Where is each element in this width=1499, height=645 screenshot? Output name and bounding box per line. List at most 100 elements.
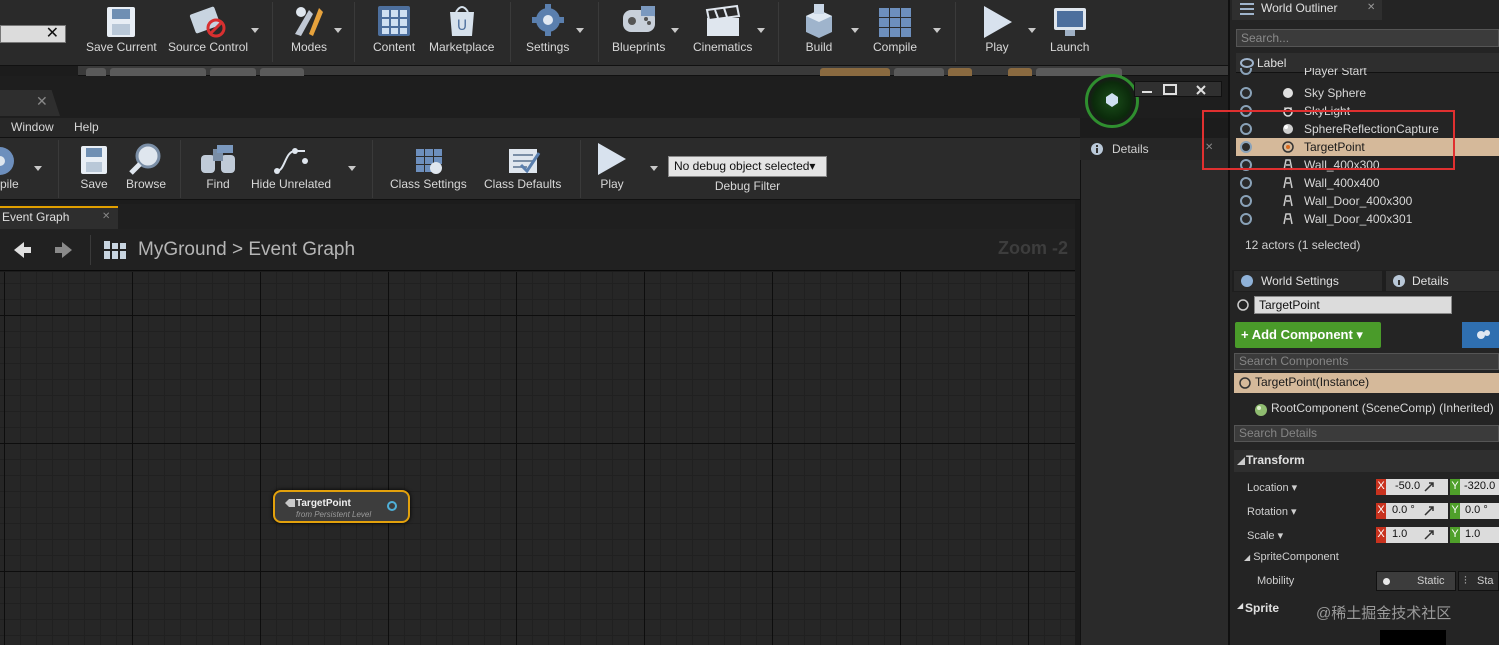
hide-unrelated-icon	[274, 148, 309, 174]
breadcrumb-root[interactable]: MyGround	[138, 239, 227, 260]
source-control-button[interactable]: Source Control	[168, 4, 248, 54]
play-button[interactable]: Play	[980, 4, 1014, 54]
outliner-search-input[interactable]: Search...	[1236, 29, 1499, 47]
modes-button[interactable]: Modes	[291, 4, 327, 54]
eye-icon[interactable]	[1240, 68, 1252, 75]
compile-blueprint-dropdown-icon[interactable]	[34, 166, 42, 171]
class-defaults-button[interactable]: Class Defaults	[484, 145, 561, 191]
details-tab[interactable]: Details	[1386, 271, 1499, 291]
sprite-thumbnail[interactable]	[1380, 630, 1446, 645]
blueprint-play-dropdown-icon[interactable]	[650, 166, 658, 171]
play-dropdown-icon[interactable]	[1028, 28, 1036, 33]
lock-ratio-icon[interactable]	[1424, 530, 1434, 540]
scale-y-field[interactable]: Y 1.0	[1450, 527, 1499, 543]
source-control-dropdown-icon[interactable]	[251, 28, 259, 33]
list-item[interactable]: Wall_400x400	[1236, 174, 1499, 192]
list-item[interactable]: Sky Sphere	[1236, 84, 1499, 102]
panel-splitter[interactable]	[1075, 200, 1080, 645]
scale-property: Scale ▾ X 1.0 Y 1.0	[1234, 524, 1499, 546]
eye-icon[interactable]	[1240, 177, 1252, 189]
location-x-field[interactable]: X -50.0	[1376, 479, 1448, 495]
marketplace-button[interactable]: U Marketplace	[429, 4, 494, 54]
compile-blueprint-button[interactable]: pile	[0, 145, 19, 191]
mobility-static-toggle[interactable]: Static	[1376, 571, 1456, 591]
list-item[interactable]: Player Start	[1236, 68, 1499, 80]
mobility-stationary-toggle[interactable]: ⫶ Sta	[1458, 571, 1499, 591]
launch-button[interactable]: Launch	[1050, 4, 1089, 54]
menu-window[interactable]: Window	[11, 120, 54, 134]
hide-unrelated-dropdown-icon[interactable]	[348, 166, 356, 171]
lock-ratio-icon[interactable]	[1424, 506, 1434, 516]
node-output-pin[interactable]	[387, 501, 397, 511]
modes-dropdown-icon[interactable]	[334, 28, 342, 33]
blueprint-tab-close-icon[interactable]: ✕	[36, 94, 50, 108]
find-button[interactable]: Find	[199, 145, 237, 191]
hide-unrelated-button[interactable]: Hide Unrelated	[251, 145, 331, 191]
blueprint-add-script-button[interactable]	[1462, 322, 1499, 348]
world-outliner-close-icon[interactable]: ✕	[1367, 0, 1375, 16]
rotation-x-field[interactable]: X 0.0 °	[1376, 503, 1448, 519]
watermark: @稀土掘金技术社区	[1316, 605, 1452, 622]
list-item[interactable]: Wall_Door_400x301	[1236, 210, 1499, 228]
blueprint-play-button[interactable]: Play	[596, 143, 628, 191]
eye-icon[interactable]	[1240, 87, 1252, 99]
browse-button[interactable]: Browse	[126, 143, 166, 191]
build-button[interactable]: Build	[802, 4, 836, 54]
sprite-component-subheader[interactable]: ◢ SpriteComponent	[1244, 551, 1339, 563]
event-graph-canvas[interactable]	[0, 272, 1075, 645]
maximize-icon[interactable]	[1163, 84, 1177, 95]
cinematics-button[interactable]: Cinematics	[693, 4, 752, 54]
eye-icon[interactable]	[1240, 195, 1252, 207]
scale-x-field[interactable]: X 1.0	[1376, 527, 1448, 543]
search-components-input[interactable]: Search Components	[1234, 353, 1499, 370]
minimize-icon[interactable]	[1141, 85, 1153, 95]
location-y-field[interactable]: Y -320.0	[1450, 479, 1499, 495]
blueprints-label: Blueprints	[612, 40, 666, 54]
add-component-button[interactable]: + Add Component ▾	[1235, 322, 1381, 348]
back-arrow-icon[interactable]	[12, 240, 32, 260]
world-settings-tab[interactable]: World Settings	[1234, 271, 1382, 291]
static-dot-icon	[1383, 578, 1390, 585]
build-dropdown-icon[interactable]	[851, 28, 859, 33]
content-icon	[378, 6, 411, 36]
scale-label[interactable]: Scale ▾	[1247, 529, 1283, 542]
event-graph-tab[interactable]: Event Graph	[0, 206, 118, 229]
compile-dropdown-icon[interactable]	[933, 28, 941, 33]
y-axis-badge: Y	[1450, 503, 1460, 519]
location-label[interactable]: Location ▾	[1247, 481, 1297, 494]
event-graph-tab-close-icon[interactable]: ✕	[102, 211, 110, 222]
cinematics-dropdown-icon[interactable]	[757, 28, 765, 33]
forward-arrow-icon[interactable]	[54, 240, 74, 260]
blueprints-button[interactable]: Blueprints	[612, 4, 665, 54]
toolbar-separator	[58, 140, 59, 198]
blueprint-save-button[interactable]: Save	[80, 145, 108, 191]
search-details-input[interactable]: Search Details	[1234, 425, 1499, 442]
root-component-row[interactable]: RootComponent (SceneComp) (Inherited)	[1234, 398, 1499, 420]
rotation-y-field[interactable]: Y 0.0 °	[1450, 503, 1499, 519]
blueprint-document-tab[interactable]	[0, 90, 60, 116]
transform-section-header[interactable]: Transform	[1234, 450, 1499, 472]
settings-button[interactable]: Settings	[526, 4, 569, 54]
source-control-label: Source Control	[168, 40, 249, 54]
blueprints-dropdown-icon[interactable]	[671, 28, 679, 33]
details-info-icon	[1393, 275, 1405, 287]
debug-object-select[interactable]: No debug object selected▾	[668, 156, 827, 177]
component-instance-row[interactable]: TargetPoint(Instance)	[1234, 373, 1499, 393]
eye-icon[interactable]	[1240, 213, 1252, 225]
lock-ratio-icon[interactable]	[1424, 482, 1434, 492]
top-search-clear-button[interactable]: ✕	[0, 25, 66, 43]
list-item[interactable]: Wall_Door_400x300	[1236, 192, 1499, 210]
close-icon[interactable]	[1195, 84, 1207, 96]
settings-dropdown-icon[interactable]	[576, 28, 584, 33]
menu-help[interactable]: Help	[74, 120, 99, 134]
save-current-button[interactable]: Save Current	[86, 4, 157, 54]
compile-button[interactable]: Compile	[873, 4, 917, 54]
node-reference-icon	[285, 499, 295, 507]
blueprint-details-tab[interactable]: Details	[1112, 142, 1149, 156]
actor-name-field[interactable]: TargetPoint	[1254, 296, 1452, 314]
rotation-label[interactable]: Rotation ▾	[1247, 505, 1297, 518]
content-button[interactable]: Content	[373, 4, 415, 54]
stationary-icon: ⫶	[1464, 575, 1467, 587]
world-outliner-tab[interactable]: World Outliner ✕	[1232, 0, 1382, 20]
class-settings-button[interactable]: Class Settings	[390, 145, 467, 191]
